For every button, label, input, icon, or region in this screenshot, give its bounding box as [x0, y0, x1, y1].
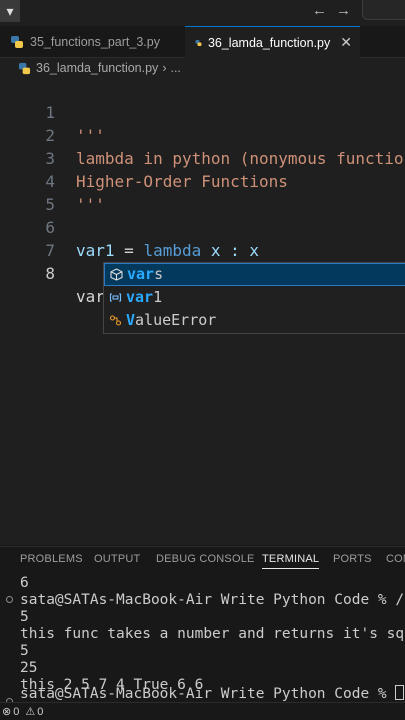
terminal-output[interactable]: 6 sata@SATAs-MacBook-Air Write Python Co… [0, 572, 405, 702]
terminal-line: 25 [20, 660, 38, 676]
code-line-current: 8 var [0, 239, 405, 306]
editor-tab-bar: 35_functions_part_3.py 36_lamda_function… [0, 26, 405, 58]
tab-label: 36_lamda_function.py [207, 35, 331, 50]
tab-problems[interactable]: PROBLEMS [20, 553, 83, 565]
arrow-right-icon[interactable]: → [336, 3, 351, 19]
tab-36-lamda-function[interactable]: 36_lamda_function.py ✕ [185, 26, 360, 58]
code-line: 4 ''' [0, 147, 405, 214]
python-icon [11, 36, 23, 48]
tab-output[interactable]: OUTPUT [94, 553, 140, 565]
code-line: 3 Higher-Order Functions [0, 124, 405, 191]
breadcrumb-file[interactable]: 36_lamda_function.py [36, 61, 158, 75]
python-icon [195, 39, 202, 46]
variable-icon [108, 291, 122, 305]
command-decoration-icon[interactable] [6, 596, 13, 603]
terminal-cursor [395, 685, 405, 700]
autocomplete-popup: vars var1 ValueError [103, 262, 405, 334]
python-icon [18, 62, 31, 74]
terminal-line: 5 [20, 643, 29, 659]
tab-label: 35_functions_part_3.py [30, 35, 160, 49]
command-center[interactable] [362, 0, 405, 20]
tab-comments[interactable]: COM [386, 553, 405, 565]
suggestion-label: var1 [126, 288, 163, 306]
line-number: 8 [45, 264, 55, 283]
code-line: 2 lambda in python (nonymous function) [0, 101, 405, 168]
tab-debug-console[interactable]: DEBUG CONSOLE [156, 553, 255, 565]
suggestion-vars[interactable]: vars [104, 263, 405, 286]
tab-ports[interactable]: PORTS [333, 553, 372, 565]
terminal-line: 6 [20, 575, 29, 591]
suggestion-label: ValueError [126, 311, 217, 329]
tab-terminal[interactable]: TERMINAL [262, 553, 320, 569]
breadcrumb-separator: › [162, 61, 167, 75]
code-line: 5 [0, 170, 405, 214]
tab-35-functions-part-3[interactable]: 35_functions_part_3.py [0, 26, 185, 58]
arrow-left-icon[interactable]: ← [312, 3, 327, 19]
suggestion-var1[interactable]: var1 [104, 286, 405, 309]
suggestion-valueerror[interactable]: ValueError [104, 309, 405, 332]
code-line: 1 ''' [0, 78, 405, 145]
status-bar: ⊗ 0 ⚠ 0 [0, 702, 405, 720]
panel-tab-bar: PROBLEMS OUTPUT DEBUG CONSOLE TERMINAL P… [0, 546, 405, 572]
cube-icon [109, 268, 123, 282]
breadcrumb: 36_lamda_function.py › ... [0, 58, 405, 78]
warning-icon[interactable]: ⚠ [25, 705, 35, 718]
title-bar: ▾ ← → [0, 0, 405, 26]
code-line: 6 var1 = lambda x : x [0, 193, 405, 260]
terminal-line: 5 [20, 609, 29, 625]
code-line: 7 [0, 216, 405, 260]
error-count[interactable]: 0 [13, 706, 19, 718]
close-icon[interactable]: ✕ [340, 34, 352, 51]
menu-button[interactable]: ▾ [0, 0, 20, 22]
breadcrumb-more[interactable]: ... [170, 61, 180, 75]
terminal-prompt[interactable]: sata@SATAs-MacBook-Air Write Python Code… [20, 685, 405, 703]
error-icon[interactable]: ⊗ [2, 705, 11, 718]
class-icon [108, 314, 122, 328]
terminal-line: this func takes a number and returns it'… [20, 626, 405, 642]
terminal-line: sata@SATAs-MacBook-Air Write Python Code… [20, 592, 405, 608]
suggestion-label: vars [127, 265, 164, 283]
warning-count[interactable]: 0 [37, 706, 43, 718]
